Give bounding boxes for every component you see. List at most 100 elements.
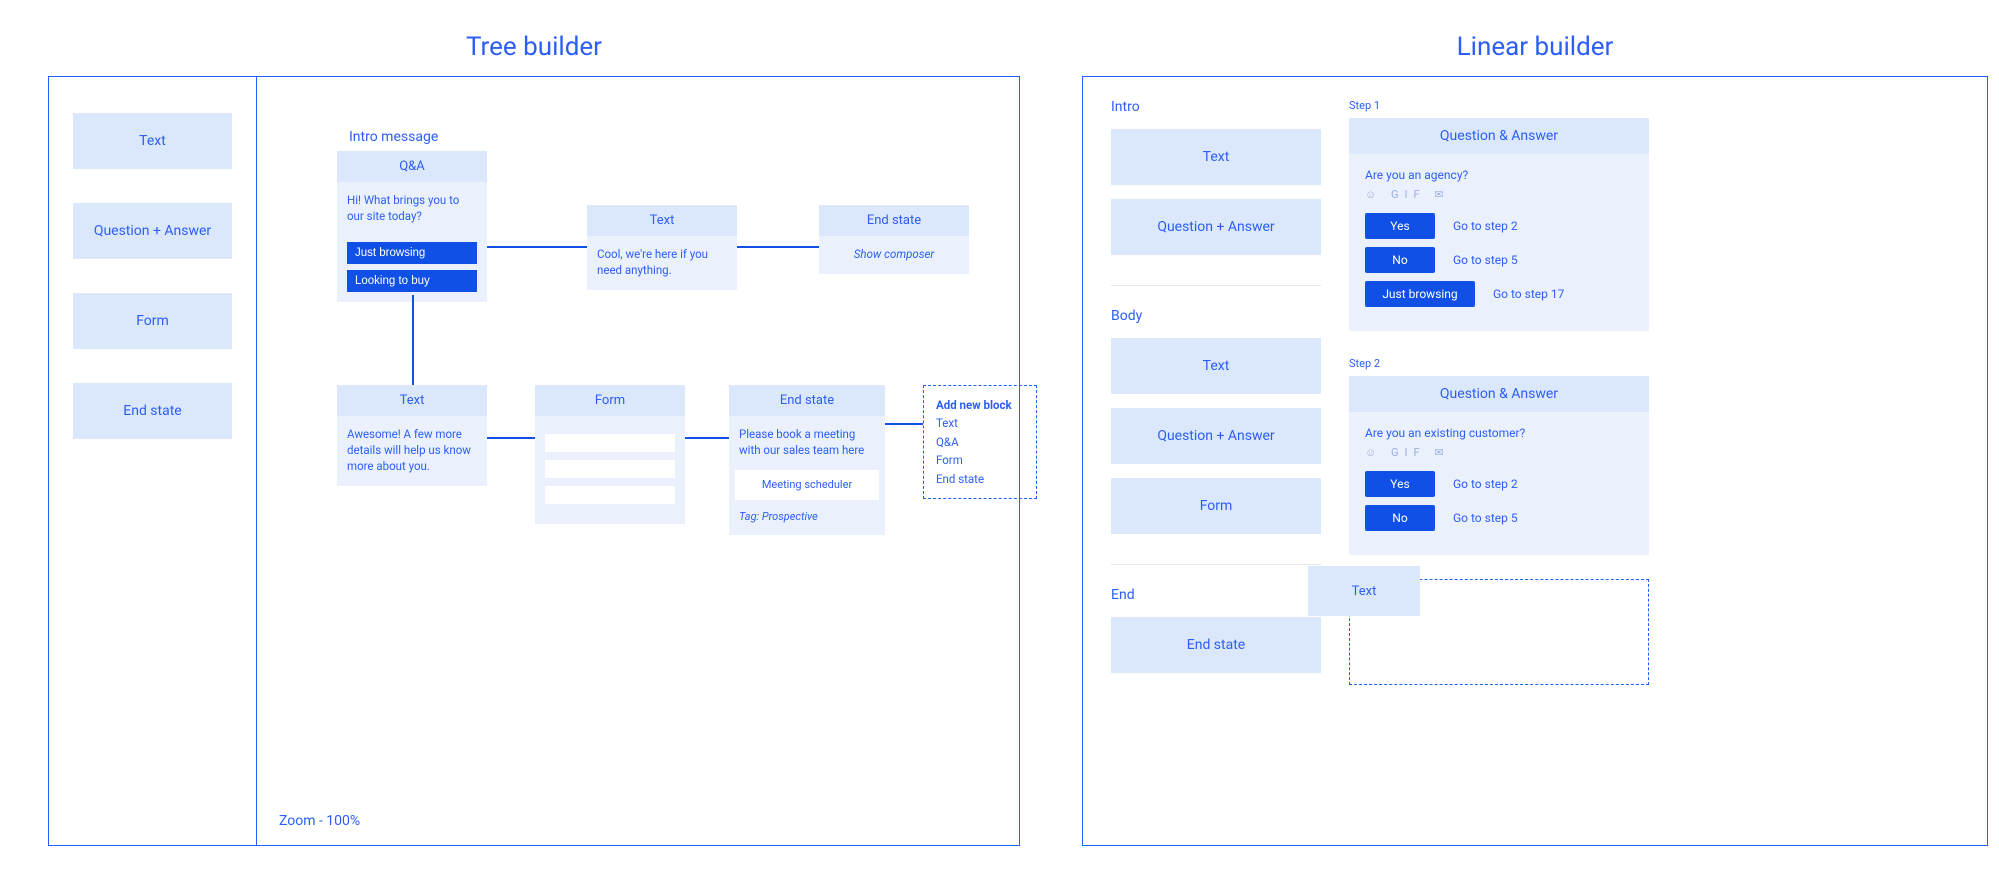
linear-right-column: Step 1 Question & Answer Are you an agen… bbox=[1349, 77, 1987, 845]
goto-step-17[interactable]: Go to step 17 bbox=[1493, 287, 1564, 301]
tree-palette-sidebar: Text Question + Answer Form End state bbox=[49, 77, 257, 845]
intro-palette-qa[interactable]: Question + Answer bbox=[1111, 199, 1321, 255]
step-2-question: Are you an existing customer? bbox=[1365, 426, 1633, 440]
step-2-body: Are you an existing customer? ☺ GIF ✉ Ye… bbox=[1349, 412, 1649, 555]
node-qa-text: Hi! What brings you to our site today? bbox=[337, 182, 487, 236]
node-text-browsing-body: Cool, we're here if you need anything. bbox=[587, 236, 737, 290]
connector bbox=[737, 246, 819, 248]
add-new-block[interactable]: Add new block Text Q&A Form End state bbox=[923, 385, 1037, 499]
node-qa[interactable]: Q&A Hi! What brings you to our site toda… bbox=[337, 151, 487, 302]
step-2-answer-row-0: Yes Go to step 2 bbox=[1365, 471, 1633, 497]
palette-item-endstate[interactable]: End state bbox=[73, 383, 232, 439]
meeting-scheduler-chip[interactable]: Meeting scheduler bbox=[735, 470, 879, 500]
step-1-body: Are you an agency? ☺ GIF ✉ Yes Go to ste… bbox=[1349, 154, 1649, 331]
step-1-header: Question & Answer bbox=[1349, 118, 1649, 154]
node-qa-header: Q&A bbox=[337, 151, 487, 182]
step-2-label: Step 2 bbox=[1349, 357, 1947, 370]
node-text-browsing[interactable]: Text Cool, we're here if you need anythi… bbox=[587, 205, 737, 290]
step-2-section: Step 2 Question & Answer Are you an exis… bbox=[1349, 357, 1947, 685]
goto-step-2[interactable]: Go to step 2 bbox=[1453, 219, 1518, 233]
goto-step-5-b[interactable]: Go to step 5 bbox=[1453, 511, 1518, 525]
add-option-qa[interactable]: Q&A bbox=[936, 433, 1024, 451]
section-intro-label: Intro bbox=[1111, 99, 1321, 115]
node-form-header: Form bbox=[535, 385, 685, 416]
zoom-level-label: Zoom - 100% bbox=[279, 813, 360, 829]
linear-builder-column: Linear builder Intro Text Question + Ans… bbox=[1082, 24, 1988, 882]
tree-builder-panel: Text Question + Answer Form End state In… bbox=[48, 76, 1020, 846]
palette-item-question[interactable]: Question + Answer bbox=[73, 203, 232, 259]
connector bbox=[412, 295, 414, 385]
linear-left-column: Intro Text Question + Answer Body Text Q… bbox=[1083, 77, 1349, 845]
connector bbox=[885, 423, 923, 425]
body-palette-form[interactable]: Form bbox=[1111, 478, 1321, 534]
node-endstate-browsing-body: Show composer bbox=[819, 236, 969, 274]
body-palette-text[interactable]: Text bbox=[1111, 338, 1321, 394]
node-form-body bbox=[535, 416, 685, 524]
step-2-header: Question & Answer bbox=[1349, 376, 1649, 412]
step-1-question: Are you an agency? bbox=[1365, 168, 1633, 182]
answer-looking-to-buy[interactable]: Looking to buy bbox=[347, 270, 477, 292]
tree-builder-column: Tree builder Text Question + Answer Form… bbox=[48, 24, 1020, 882]
form-field-1[interactable] bbox=[545, 434, 675, 452]
intro-palette: Text Question + Answer bbox=[1111, 129, 1321, 255]
add-option-text[interactable]: Text bbox=[936, 414, 1024, 432]
step-1-answer-row-1: No Go to step 5 bbox=[1365, 247, 1633, 273]
answer-just-browsing[interactable]: Just browsing bbox=[347, 242, 477, 264]
node-endstate-buy-header: End state bbox=[729, 385, 885, 416]
form-field-2[interactable] bbox=[545, 460, 675, 478]
step-2-toolbar-icons[interactable]: ☺ GIF ✉ bbox=[1365, 446, 1633, 459]
page: Tree builder Text Question + Answer Form… bbox=[0, 0, 1999, 882]
node-text-buy-body: Awesome! A few more details will help us… bbox=[337, 416, 487, 486]
node-text-buy[interactable]: Text Awesome! A few more details will he… bbox=[337, 385, 487, 486]
drag-ghost-text[interactable]: Text bbox=[1308, 566, 1420, 616]
step-2-answer-row-1: No Go to step 5 bbox=[1365, 505, 1633, 531]
body-palette-qa[interactable]: Question + Answer bbox=[1111, 408, 1321, 464]
node-form[interactable]: Form bbox=[535, 385, 685, 524]
node-qa-answers: Just browsing Looking to buy bbox=[337, 242, 487, 302]
step-1-label: Step 1 bbox=[1349, 99, 1947, 112]
linear-builder-panel: Intro Text Question + Answer Body Text Q… bbox=[1082, 76, 1988, 846]
connector bbox=[685, 437, 729, 439]
tree-builder-title: Tree builder bbox=[466, 32, 602, 62]
intro-message-label: Intro message bbox=[349, 129, 438, 145]
intro-palette-text[interactable]: Text bbox=[1111, 129, 1321, 185]
palette-item-text[interactable]: Text bbox=[73, 113, 232, 169]
add-option-endstate[interactable]: End state bbox=[936, 470, 1024, 488]
section-divider bbox=[1111, 564, 1321, 565]
body-palette: Text Question + Answer Form bbox=[1111, 338, 1321, 534]
node-endstate-buy-text: Please book a meeting with our sales tea… bbox=[729, 416, 885, 460]
answer-no-2[interactable]: No bbox=[1365, 505, 1435, 531]
connector bbox=[487, 246, 587, 248]
add-new-block-title: Add new block bbox=[936, 396, 1024, 414]
step-1-answer-row-0: Yes Go to step 2 bbox=[1365, 213, 1633, 239]
section-end-label: End bbox=[1111, 587, 1321, 603]
node-endstate-buy-tag: Tag: Prospective bbox=[729, 500, 885, 535]
node-endstate-browsing[interactable]: End state Show composer bbox=[819, 205, 969, 274]
drop-target-area[interactable]: Text bbox=[1349, 579, 1649, 685]
form-field-3[interactable] bbox=[545, 486, 675, 504]
section-divider bbox=[1111, 285, 1321, 286]
goto-step-2-b[interactable]: Go to step 2 bbox=[1453, 477, 1518, 491]
step-2-card[interactable]: Question & Answer Are you an existing cu… bbox=[1349, 376, 1649, 555]
palette-item-form[interactable]: Form bbox=[73, 293, 232, 349]
answer-yes-2[interactable]: Yes bbox=[1365, 471, 1435, 497]
node-text-browsing-header: Text bbox=[587, 205, 737, 236]
step-1-card[interactable]: Question & Answer Are you an agency? ☺ G… bbox=[1349, 118, 1649, 331]
node-endstate-browsing-header: End state bbox=[819, 205, 969, 236]
connector bbox=[487, 437, 535, 439]
add-option-form[interactable]: Form bbox=[936, 451, 1024, 469]
answer-yes[interactable]: Yes bbox=[1365, 213, 1435, 239]
step-1-answer-row-2: Just browsing Go to step 17 bbox=[1365, 281, 1633, 307]
end-palette: End state bbox=[1111, 617, 1321, 673]
section-body-label: Body bbox=[1111, 308, 1321, 324]
step-1-section: Step 1 Question & Answer Are you an agen… bbox=[1349, 99, 1947, 331]
node-text-buy-header: Text bbox=[337, 385, 487, 416]
goto-step-5[interactable]: Go to step 5 bbox=[1453, 253, 1518, 267]
linear-builder-title: Linear builder bbox=[1457, 32, 1614, 62]
answer-just-browsing[interactable]: Just browsing bbox=[1365, 281, 1475, 307]
end-palette-endstate[interactable]: End state bbox=[1111, 617, 1321, 673]
node-endstate-buy[interactable]: End state Please book a meeting with our… bbox=[729, 385, 885, 535]
tree-canvas[interactable]: Intro message Q&A Hi! What brings you to… bbox=[257, 77, 1019, 845]
answer-no[interactable]: No bbox=[1365, 247, 1435, 273]
step-1-toolbar-icons[interactable]: ☺ GIF ✉ bbox=[1365, 188, 1633, 201]
